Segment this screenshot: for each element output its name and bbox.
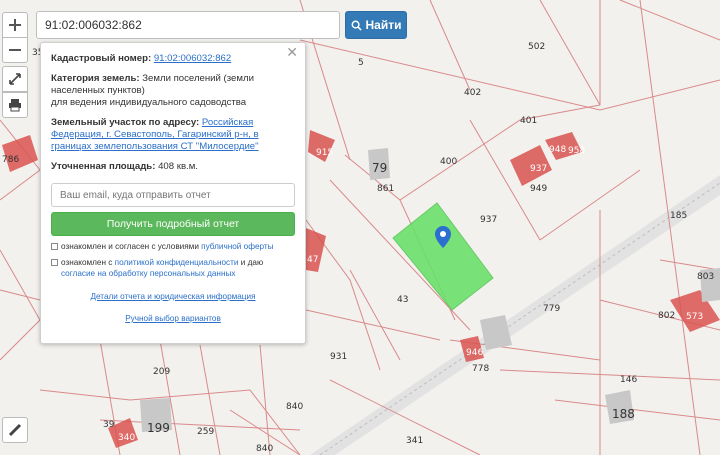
plot-label: 946	[466, 348, 484, 358]
zoom-out-button[interactable]	[2, 37, 28, 63]
consent-privacy-checkbox[interactable]	[51, 259, 58, 266]
plot-label: 779	[543, 304, 561, 314]
plot-label: 949	[530, 184, 548, 194]
search-icon	[351, 20, 362, 31]
plot-label: 937	[530, 164, 548, 174]
plot-label: 341	[406, 436, 424, 446]
plot-label: 5	[358, 58, 364, 68]
cadastral-search-input[interactable]	[36, 11, 340, 39]
plot-label: 340	[118, 433, 136, 443]
area-row: Уточненная площадь: 408 кв.м.	[51, 161, 295, 173]
plot-label: 39	[103, 420, 115, 430]
plot-label: 259	[197, 427, 215, 437]
plot-label: 915	[316, 148, 334, 158]
plot-label: 146	[620, 375, 638, 385]
plot-label: 47	[307, 255, 319, 265]
category-use: для ведения индивидуального садоводства	[51, 97, 247, 108]
cadastral-label: Кадастровый номер:	[51, 53, 152, 64]
cadastral-link[interactable]: 91:02:006032:862	[154, 53, 231, 64]
plot-label: 786	[2, 155, 20, 165]
public-offer-link[interactable]: публичной оферты	[201, 242, 273, 251]
plot-label: 948	[549, 145, 567, 155]
plot-label: 199	[147, 421, 170, 435]
plot-label: 401	[520, 116, 538, 126]
print-button[interactable]	[2, 92, 28, 118]
category-row: Категория земель: Земли поселений (земли…	[51, 73, 295, 109]
consent-privacy-text2: и даю	[240, 258, 264, 267]
plot-label: 185	[670, 211, 688, 221]
plot-label: 400	[440, 157, 458, 167]
category-label: Категория земель:	[51, 73, 140, 84]
search-button[interactable]: Найти	[345, 11, 407, 39]
privacy-policy-link[interactable]: политикой конфиденциальности	[115, 258, 239, 267]
ruler-icon	[8, 423, 22, 437]
plot-label: 803	[697, 272, 715, 282]
plot-label: 188	[612, 407, 635, 421]
area-label: Уточненная площадь:	[51, 161, 156, 172]
plot-label: 802	[658, 311, 676, 321]
consent-offer-row: ознакомлен и согласен с условиями публич…	[51, 241, 295, 252]
plot-label: 573	[686, 312, 704, 322]
report-details-link[interactable]: Детали отчета и юридическая информация	[51, 291, 295, 303]
cadastral-row: Кадастровый номер: 91:02:006032:862	[51, 53, 295, 65]
plot-label: 840	[256, 444, 274, 454]
consent-privacy-text: ознакомлен с	[61, 258, 113, 267]
plot-label: 840	[286, 402, 304, 412]
plot-label: 937	[480, 215, 498, 225]
minus-icon	[9, 49, 21, 51]
area-value: 408 кв.м.	[158, 161, 198, 172]
address-row: Земельный участок по адресу: Российская …	[51, 117, 295, 153]
plot-label: 79	[372, 161, 388, 175]
plot-label: 931	[330, 352, 348, 362]
consent-privacy-row: ознакомлен с политикой конфиденциальност…	[51, 257, 295, 279]
email-input[interactable]	[51, 183, 295, 207]
personal-data-consent-link[interactable]: согласие на обработку персональных данны…	[61, 269, 235, 278]
consent-offer-text: ознакомлен и согласен с условиями	[61, 242, 199, 251]
zoom-in-button[interactable]	[2, 12, 28, 38]
printer-icon	[9, 99, 21, 112]
expand-icon	[9, 73, 21, 85]
get-report-button[interactable]: Получить подробный отчет	[51, 212, 295, 236]
plot-label: 778	[472, 364, 490, 374]
fullscreen-button[interactable]	[2, 66, 28, 92]
plot-label: 502	[528, 42, 546, 52]
search-button-label: Найти	[365, 18, 402, 32]
address-label: Земельный участок по адресу:	[51, 117, 200, 128]
consent-offer-checkbox[interactable]	[51, 243, 58, 250]
close-icon[interactable]: ✕	[286, 45, 298, 59]
plus-icon	[9, 19, 21, 31]
plot-label: 43	[397, 295, 409, 305]
plot-label: 402	[464, 88, 482, 98]
plot-label: 958	[568, 146, 586, 156]
manual-selection-link[interactable]: Ручной выбор вариантов	[51, 313, 295, 325]
selected-plot[interactable]	[392, 202, 494, 311]
plot-label: 209	[153, 367, 171, 377]
parcel-info-popup: ✕ Кадастровый номер: 91:02:006032:862 Ка…	[40, 42, 306, 344]
plot-label: 861	[377, 184, 395, 194]
ruler-button[interactable]	[2, 417, 28, 443]
